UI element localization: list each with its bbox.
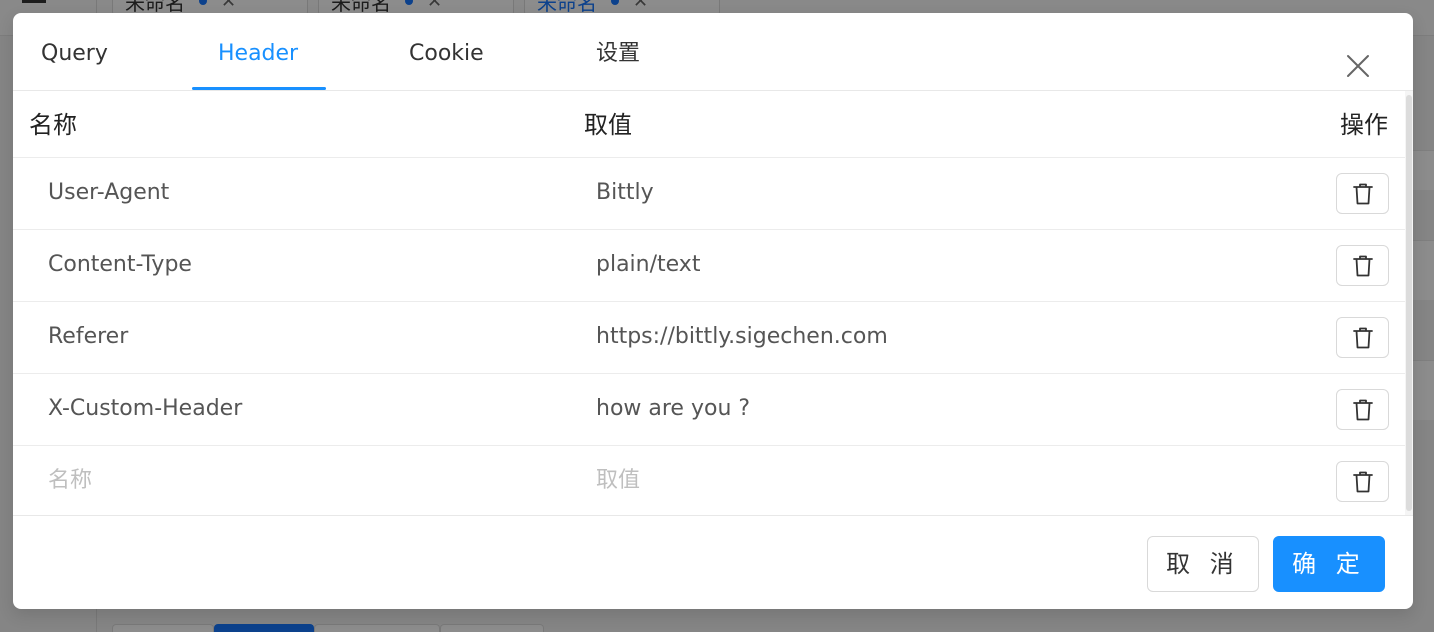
delete-row-button[interactable] [1336, 461, 1389, 502]
close-icon [1347, 55, 1369, 77]
confirm-button[interactable]: 确 定 [1273, 536, 1385, 592]
header-name-input[interactable]: Referer [48, 321, 128, 353]
column-header-actions: 操作 [1340, 111, 1388, 139]
header-value-input[interactable]: https://bittly.sigechen.com [596, 321, 888, 353]
trash-icon [1352, 327, 1373, 348]
header-value-input[interactable]: how are you ? [596, 393, 750, 425]
header-settings-dialog: Query Header Cookie 设置 名称 取值 操作 User-Age… [13, 13, 1413, 609]
header-name-input[interactable]: User-Agent [48, 177, 169, 209]
scrollbar-thumb[interactable] [1406, 95, 1412, 511]
dialog-tabs: Query Header Cookie 设置 [13, 13, 1413, 91]
tab-query[interactable]: Query [41, 39, 108, 69]
header-value-input[interactable]: plain/text [596, 249, 700, 281]
column-header-value: 取值 [584, 111, 632, 139]
cancel-button[interactable]: 取 消 [1147, 536, 1259, 592]
table-row: Referer https://bittly.sigechen.com [13, 302, 1405, 374]
dialog-footer: 取 消 确 定 [13, 516, 1413, 609]
column-header-name: 名称 [29, 111, 77, 139]
tab-settings[interactable]: 设置 [596, 39, 640, 69]
trash-icon [1352, 255, 1373, 276]
delete-row-button[interactable] [1336, 389, 1389, 430]
trash-icon [1352, 183, 1373, 204]
new-table-row: 名称 取值 [13, 446, 1405, 515]
table-scrollbar[interactable] [1405, 91, 1413, 515]
header-table: 名称 取值 操作 User-Agent Bittly Content-Type … [13, 91, 1413, 516]
tab-cookie[interactable]: Cookie [409, 39, 484, 69]
table-row: X-Custom-Header how are you ? [13, 374, 1405, 446]
table-row: User-Agent Bittly [13, 158, 1405, 230]
close-button[interactable] [1345, 53, 1371, 79]
delete-row-button[interactable] [1336, 317, 1389, 358]
delete-row-button[interactable] [1336, 173, 1389, 214]
table-header: 名称 取值 操作 [13, 91, 1405, 158]
trash-icon [1352, 471, 1373, 492]
new-header-name-input[interactable]: 名称 [48, 465, 92, 497]
table-row: Content-Type plain/text [13, 230, 1405, 302]
header-name-input[interactable]: X-Custom-Header [48, 393, 242, 425]
new-header-value-input[interactable]: 取值 [596, 465, 640, 497]
tab-header[interactable]: Header [218, 39, 298, 69]
delete-row-button[interactable] [1336, 245, 1389, 286]
active-tab-indicator [192, 87, 326, 90]
header-name-input[interactable]: Content-Type [48, 249, 192, 281]
header-value-input[interactable]: Bittly [596, 177, 654, 209]
trash-icon [1352, 399, 1373, 420]
